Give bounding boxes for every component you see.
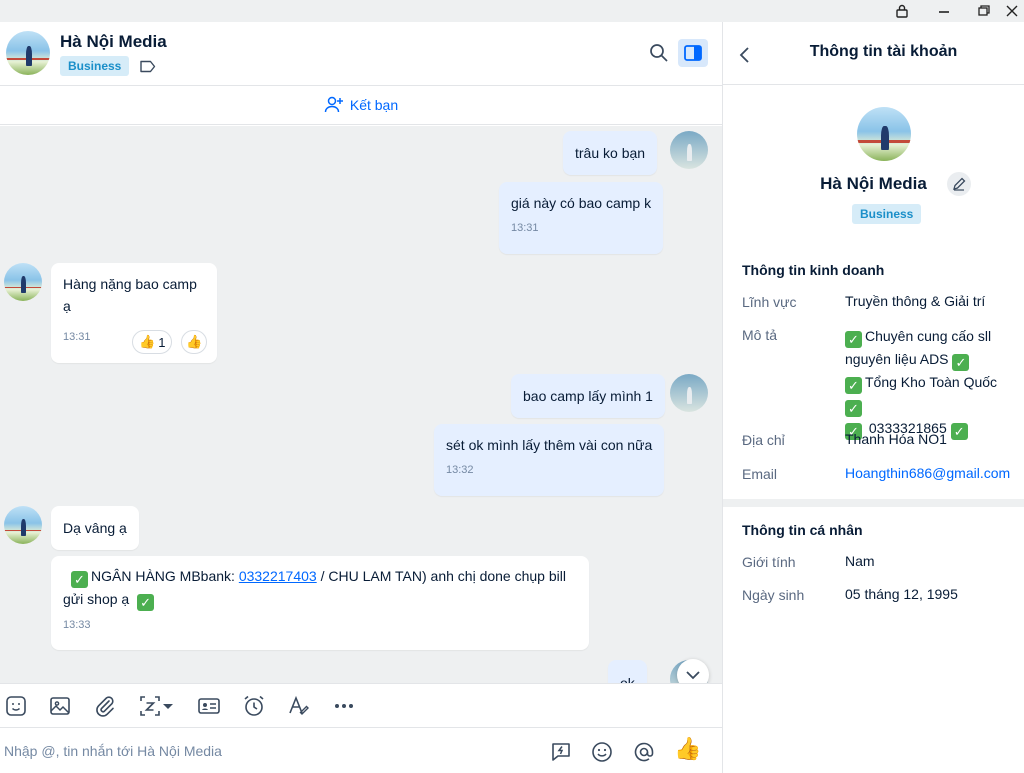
chevron-down-icon xyxy=(686,671,700,680)
message-text: sét ok mình lấy thêm vài con nữa xyxy=(446,437,653,453)
chat-header: Hà Nội Media Business xyxy=(0,22,722,85)
address-label: Địa chỉ xyxy=(742,432,785,448)
toggle-info-panel-button[interactable] xyxy=(678,39,708,67)
minimize-icon[interactable] xyxy=(924,0,964,22)
check-mark-icon: ✓ xyxy=(845,331,862,348)
chat-pane: Hà Nội Media Business Kết bạn trâu ko bạ… xyxy=(0,22,722,773)
check-mark-icon: ✓ xyxy=(71,571,88,588)
screenshot-icon[interactable] xyxy=(138,694,162,718)
message-bubble[interactable]: ✓ NGÂN HÀNG MBbank: 0332217403 / CHU LAM … xyxy=(51,556,589,650)
message-bubble[interactable]: sét ok mình lấy thêm vài con nữa 13:32 xyxy=(434,424,665,496)
email-label: Email xyxy=(742,466,778,482)
message-time: 13:32 xyxy=(446,464,474,476)
attachment-icon[interactable] xyxy=(93,694,117,718)
close-icon[interactable] xyxy=(992,0,1024,22)
spacer xyxy=(723,242,1024,243)
message-input[interactable] xyxy=(4,740,524,762)
thumbs-up-icon: 👍 xyxy=(139,334,156,349)
react-button[interactable]: 👍 xyxy=(181,330,207,354)
message-text-line2: gửi shop ạ ✓ xyxy=(63,588,577,611)
address-value: Thanh Hóa NO1 xyxy=(845,431,947,447)
composer-toolbar xyxy=(0,683,722,727)
business-badge: Business xyxy=(852,204,922,224)
message-composer: 👍 xyxy=(0,727,722,773)
profile-name: Hà Nội Media xyxy=(820,174,927,193)
pencil-icon xyxy=(953,177,966,191)
add-friend-button[interactable]: Kết bạn xyxy=(0,85,722,125)
info-header: Thông tin tài khoản xyxy=(723,22,1024,85)
lock-icon[interactable] xyxy=(882,0,922,22)
thumbs-up-icon: 👍 xyxy=(186,334,203,349)
my-avatar[interactable] xyxy=(670,131,708,169)
emoji-icon[interactable] xyxy=(590,740,614,764)
description-label: Mô tả xyxy=(742,327,778,343)
send-like-icon[interactable]: 👍 xyxy=(674,736,701,761)
window-titlebar xyxy=(0,0,1024,22)
contact-name[interactable]: Hà Nội Media xyxy=(60,32,167,52)
message-bubble[interactable]: ok xyxy=(608,660,647,683)
info-title: Thông tin tài khoản xyxy=(809,43,958,60)
image-icon[interactable] xyxy=(48,694,72,718)
gender-value: Nam xyxy=(845,553,875,569)
message-text-prefix: NGÂN HÀNG MBbank: xyxy=(91,568,239,584)
email-link[interactable]: Hoangthin686@gmail.com xyxy=(845,462,1017,485)
tag-icon[interactable] xyxy=(140,60,156,73)
profile-avatar[interactable] xyxy=(857,107,911,161)
field-value: Truyền thông & Giải trí xyxy=(845,293,986,309)
contact-avatar[interactable] xyxy=(4,263,42,301)
message-bubble[interactable]: trâu ko bạn xyxy=(563,131,658,175)
quick-message-icon[interactable] xyxy=(549,740,573,764)
dob-value: 05 tháng 12, 1995 xyxy=(845,586,958,602)
sticker-icon[interactable] xyxy=(4,694,28,718)
message-text: Hàng nặng bao camp ạ xyxy=(63,276,197,314)
mention-icon[interactable] xyxy=(632,740,656,764)
message-text: bao camp lấy mình 1 xyxy=(523,388,653,404)
avatar[interactable] xyxy=(6,31,50,75)
message-bubble[interactable]: bao camp lấy mình 1 xyxy=(511,374,665,418)
message-time: 13:33 xyxy=(63,619,91,631)
reaction-summary[interactable]: 👍 1 xyxy=(132,330,173,354)
caret-down-icon[interactable] xyxy=(161,694,175,718)
field-label: Lĩnh vực xyxy=(742,294,797,310)
text-format-icon[interactable] xyxy=(287,694,311,718)
message-text: ✓ NGÂN HÀNG MBbank: 0332217403 / CHU LAM … xyxy=(63,565,577,588)
message-bubble[interactable]: giá này có bao camp k 13:31 xyxy=(499,182,664,254)
add-user-icon xyxy=(324,96,343,113)
message-text: trâu ko bạn xyxy=(575,145,646,161)
message-text-suffix: / CHU LAM TAN) anh chị done chụp bill xyxy=(316,568,566,584)
check-mark-icon: ✓ xyxy=(137,594,155,611)
business-section-title: Thông tin kinh doanh xyxy=(742,262,885,278)
message-text: giá này có bao camp k xyxy=(511,195,652,211)
section-divider xyxy=(723,499,1024,507)
contact-avatar[interactable] xyxy=(4,506,42,544)
sidebar-panel-icon xyxy=(684,45,702,61)
personal-section-title: Thông tin cá nhân xyxy=(742,522,863,538)
check-mark-icon: ✓ xyxy=(845,377,862,394)
check-mark-icon: ✓ xyxy=(952,354,970,371)
account-info-panel: Thông tin tài khoản Hà Nội Media Busines… xyxy=(723,22,1024,773)
message-time: 13:31 xyxy=(511,222,539,234)
add-friend-label: Kết bạn xyxy=(349,97,399,113)
message-text: ok xyxy=(620,675,635,683)
reaction-count: 1 xyxy=(158,334,166,350)
edit-name-button[interactable] xyxy=(947,172,971,196)
gender-label: Giới tính xyxy=(742,554,796,570)
my-avatar[interactable] xyxy=(670,374,708,412)
dob-label: Ngày sinh xyxy=(742,587,805,603)
business-badge: Business xyxy=(60,56,130,76)
phone-link[interactable]: 0332217403 xyxy=(239,568,317,584)
message-list[interactable]: trâu ko bạn giá này có bao camp k 13:31 … xyxy=(0,126,722,683)
reminder-clock-icon[interactable] xyxy=(242,694,266,718)
contact-card-icon[interactable] xyxy=(197,694,221,718)
description-value: ✓ Chuyên cung cấo sll nguyên liệu ADS ✓ ✓… xyxy=(845,328,998,440)
message-bubble[interactable]: Dạ vâng ạ xyxy=(51,506,139,550)
search-icon[interactable] xyxy=(648,42,670,64)
message-text: Dạ vâng ạ xyxy=(63,520,127,536)
more-options-icon[interactable] xyxy=(332,694,356,718)
check-mark-icon: ✓ xyxy=(845,400,862,417)
